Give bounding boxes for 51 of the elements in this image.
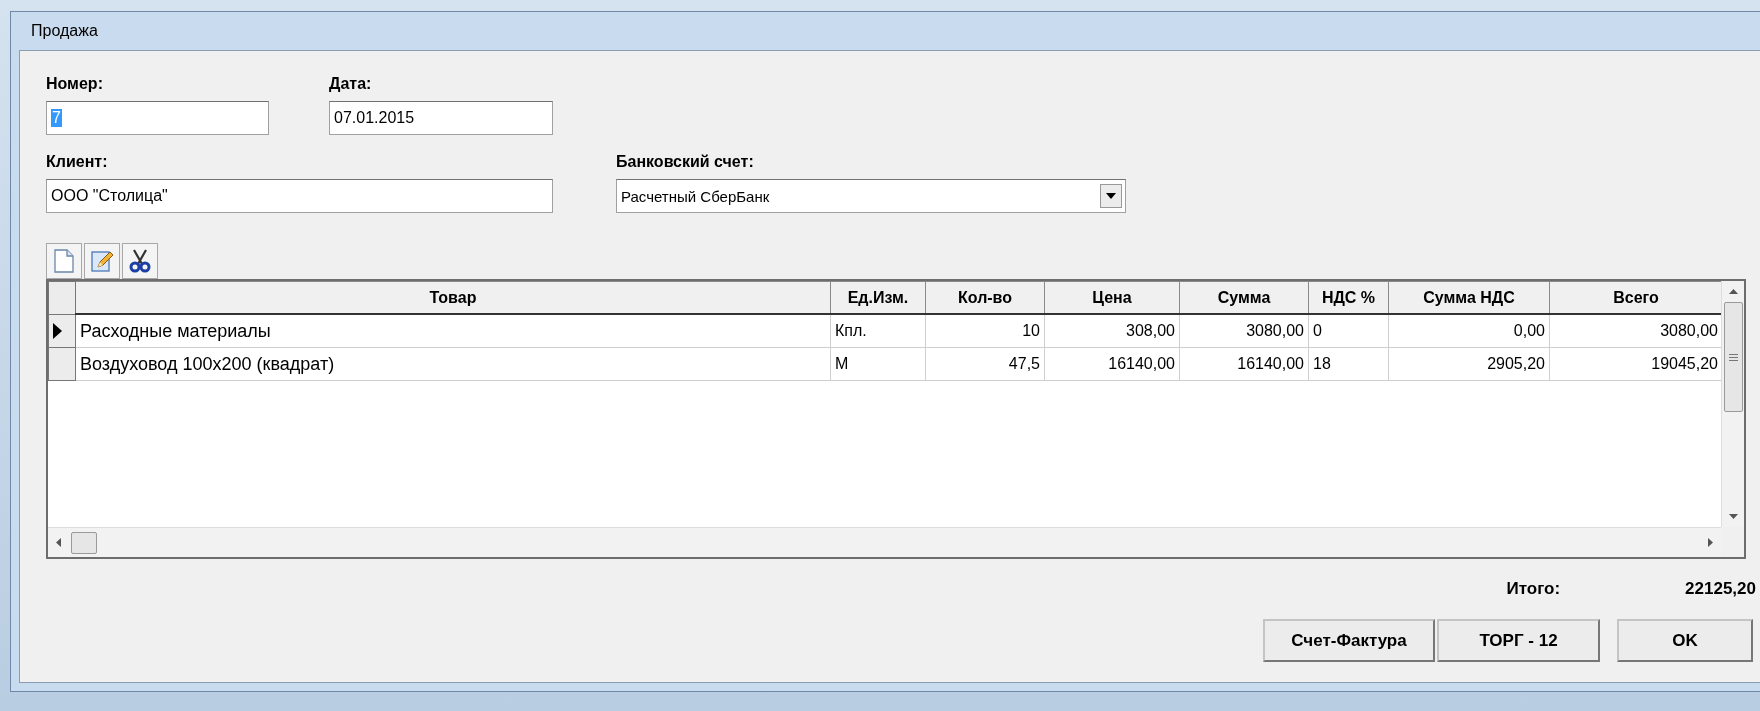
dialog-button[interactable]: Счет-Фактура <box>1263 619 1435 662</box>
client-field[interactable]: ООО "Столица" <box>46 179 553 213</box>
field-label: Банковский счет: <box>616 153 755 172</box>
field-label: Номер: <box>46 75 104 94</box>
scroll-left-arrow-icon[interactable] <box>56 538 61 547</box>
table-cell: Воздуховод 100x200 (квадрат) <box>75 347 831 381</box>
document-icon <box>54 249 74 273</box>
table-cell: 10 <box>925 314 1045 348</box>
scissors-icon <box>129 249 151 273</box>
table-cell: 308,00 <box>1044 314 1180 348</box>
column-header[interactable]: Цена <box>1044 281 1180 314</box>
current-row-icon <box>53 322 62 339</box>
table-cell: 16140,00 <box>1179 347 1309 381</box>
table-cell: 18 <box>1308 347 1389 381</box>
scroll-thumb[interactable] <box>71 531 97 554</box>
table-cell: 3080,00 <box>1179 314 1309 348</box>
new-document-button[interactable] <box>46 243 82 279</box>
column-header[interactable]: Всего <box>1549 281 1721 314</box>
table-cell: Расходные материалы <box>75 314 831 348</box>
table-cell: 0 <box>1308 314 1389 348</box>
dialog-button[interactable]: ТОРГ - 12 <box>1437 619 1600 662</box>
horizontal-scrollbar[interactable] <box>48 527 1721 557</box>
grip-icon <box>1728 353 1738 361</box>
table-cell: 2905,20 <box>1388 347 1550 381</box>
dialog-button[interactable]: OK <box>1617 619 1753 662</box>
scroll-thumb[interactable] <box>1723 302 1743 412</box>
total-label: Итого: <box>1506 579 1561 599</box>
field-label: Клиент: <box>46 153 109 172</box>
scroll-right-arrow-icon[interactable] <box>1708 538 1713 547</box>
column-header[interactable]: Товар <box>75 281 831 314</box>
scroll-down-arrow-icon[interactable] <box>1728 514 1738 519</box>
total-value: 22125,20 <box>1685 579 1756 599</box>
window-title: Продажа <box>31 22 98 40</box>
table-cell: 0,00 <box>1388 314 1550 348</box>
column-header[interactable]: НДС % <box>1308 281 1389 314</box>
pencil-on-page-icon <box>90 249 114 273</box>
table-cell: М <box>830 347 926 381</box>
field-label: Дата: <box>329 75 373 94</box>
column-header[interactable]: Ед.Изм. <box>830 281 926 314</box>
column-header[interactable]: Кол-во <box>925 281 1045 314</box>
row-header[interactable] <box>48 314 76 348</box>
column-header[interactable]: Сумма НДС <box>1388 281 1550 314</box>
column-header[interactable]: Сумма <box>1179 281 1309 314</box>
bank-account-dropdown[interactable]: Расчетный СберБанк <box>616 179 1126 213</box>
table-cell: Кпл. <box>830 314 926 348</box>
scroll-up-arrow-icon[interactable] <box>1728 289 1738 294</box>
date-field[interactable]: 07.01.2015 <box>329 101 553 135</box>
table-cell: 16140,00 <box>1044 347 1180 381</box>
vertical-scrollbar[interactable] <box>1721 281 1744 527</box>
cut-button[interactable] <box>122 243 158 279</box>
table-cell: 47,5 <box>925 347 1045 381</box>
